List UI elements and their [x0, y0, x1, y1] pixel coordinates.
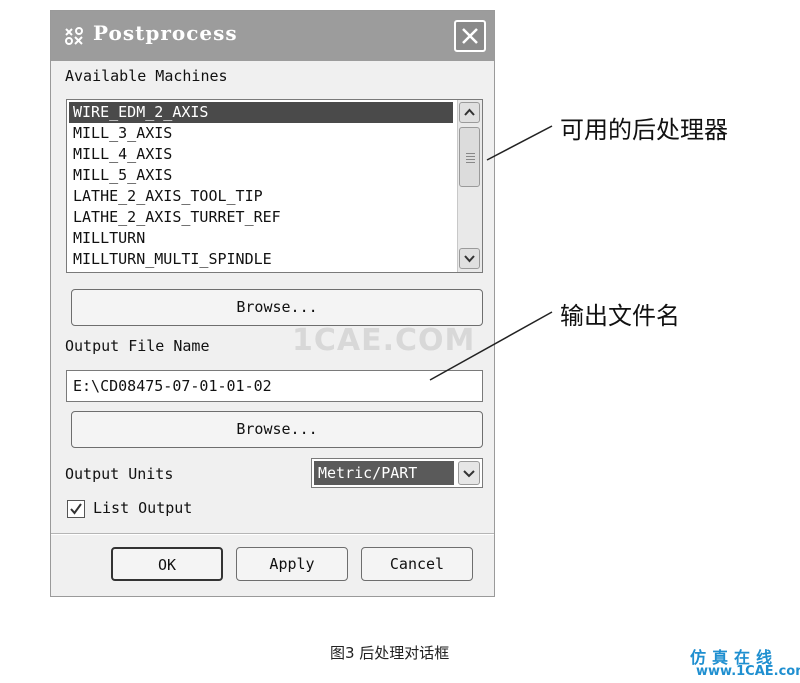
figure-caption: 图3 后处理对话框	[330, 644, 450, 662]
machines-annotation: 可用的后处理器	[560, 116, 728, 144]
output-annotation: 输出文件名	[560, 302, 680, 330]
site-logo: 仿真在线 www.1CAE.com	[690, 644, 800, 682]
annotation-leader-lines	[429, 125, 553, 381]
logo-url: www.1CAE.com	[696, 664, 800, 679]
